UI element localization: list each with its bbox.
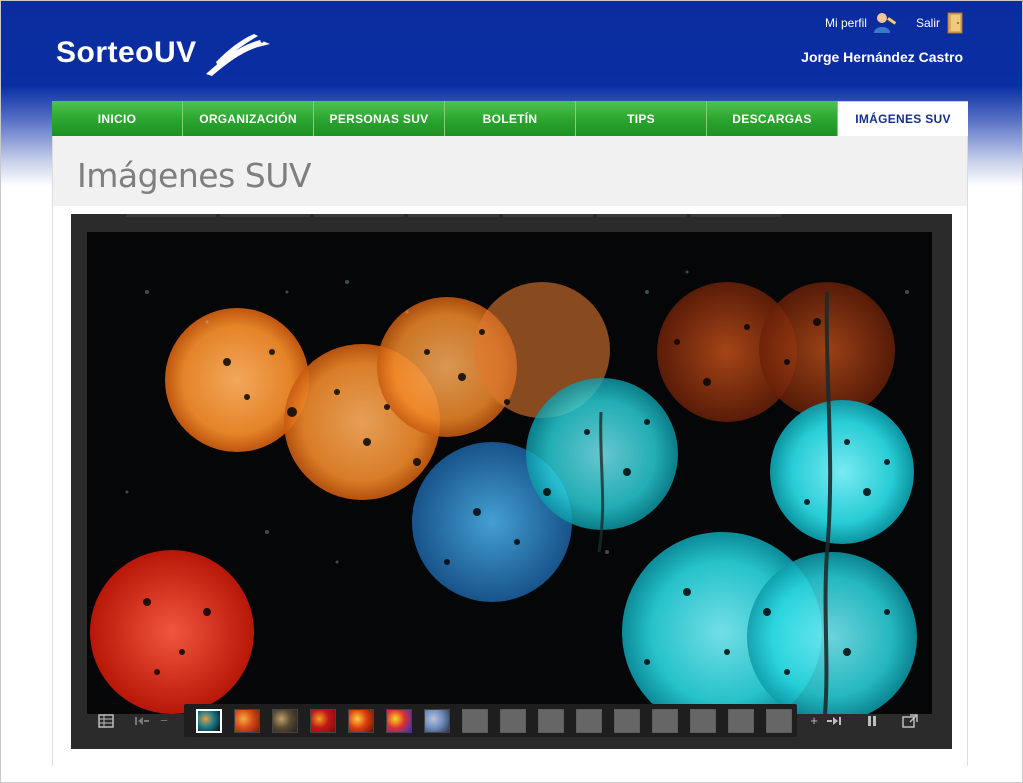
grid-view-icon[interactable] — [97, 712, 115, 730]
bokeh-rain-photo — [87, 232, 932, 714]
thumbnail-image[interactable] — [386, 708, 412, 733]
nav-item-descargas[interactable]: DESCARGAS — [707, 101, 838, 136]
logout-link-label: Salir — [915, 16, 940, 30]
user-links: Mi perfil Salir — [825, 10, 965, 36]
thumbnail-placeholder[interactable] — [538, 708, 564, 733]
fullscreen-icon[interactable] — [901, 712, 919, 730]
first-image-icon[interactable] — [133, 712, 151, 730]
thumbnail-image[interactable] — [348, 708, 374, 733]
thumbnail-placeholder[interactable] — [576, 708, 602, 733]
door-exit-icon — [947, 12, 963, 34]
thumbnail-image[interactable] — [310, 708, 336, 733]
nav-item-organización[interactable]: ORGANIZACIÓN — [183, 101, 314, 136]
thumbnail-placeholder[interactable] — [652, 708, 678, 733]
last-image-icon[interactable] — [825, 712, 843, 730]
thumbnail-placeholder[interactable] — [766, 708, 792, 733]
image-gallery: − + — [71, 214, 952, 749]
zoom-in-icon[interactable]: + — [805, 712, 823, 730]
logo-text: SorteoUV — [56, 36, 197, 69]
user-profile-icon — [873, 13, 897, 33]
thumbnail-placeholder[interactable] — [614, 708, 640, 733]
eagle-logo-icon — [206, 34, 270, 76]
thumbnail-image[interactable] — [272, 708, 298, 733]
nav-item-tips[interactable]: TIPS — [576, 101, 707, 136]
logout-link[interactable]: Salir — [916, 12, 965, 34]
pause-icon[interactable] — [863, 712, 881, 730]
thumbnail-placeholder[interactable] — [690, 708, 716, 733]
nav-item-imágenes-suv[interactable]: IMÁGENES SUV — [838, 101, 968, 136]
main-nav: INICIO ORGANIZACIÓN PERSONAS SUV BOLETÍN TIP… — [52, 101, 968, 136]
nav-item-personas-suv[interactable]: PERSONAS SUV — [314, 101, 445, 136]
gallery-controls: − + — [87, 704, 932, 737]
profile-link-label: Mi perfil — [824, 16, 867, 30]
nav-item-boletín[interactable]: BOLETÍN — [445, 101, 576, 136]
thumbnail-strip — [184, 704, 797, 737]
profile-link[interactable]: Mi perfil — [825, 11, 898, 35]
page-title: Imágenes SUV — [77, 156, 311, 195]
thumbnail-placeholder[interactable] — [462, 708, 488, 733]
user-name: Jorge Hernández Castro — [801, 49, 963, 65]
thumbnail-placeholder[interactable] — [500, 708, 526, 733]
gallery-main-image[interactable] — [87, 232, 932, 714]
zoom-out-icon[interactable]: − — [155, 712, 173, 730]
thumbnail-image[interactable] — [196, 708, 222, 733]
nav-item-inicio[interactable]: INICIO — [52, 101, 183, 136]
sorteouv-logo[interactable]: SorteoUV — [56, 30, 276, 80]
gallery-top-edge — [126, 214, 781, 217]
thumbnail-image[interactable] — [234, 708, 260, 733]
thumbnail-placeholder[interactable] — [728, 708, 754, 733]
thumbnail-image[interactable] — [424, 708, 450, 733]
